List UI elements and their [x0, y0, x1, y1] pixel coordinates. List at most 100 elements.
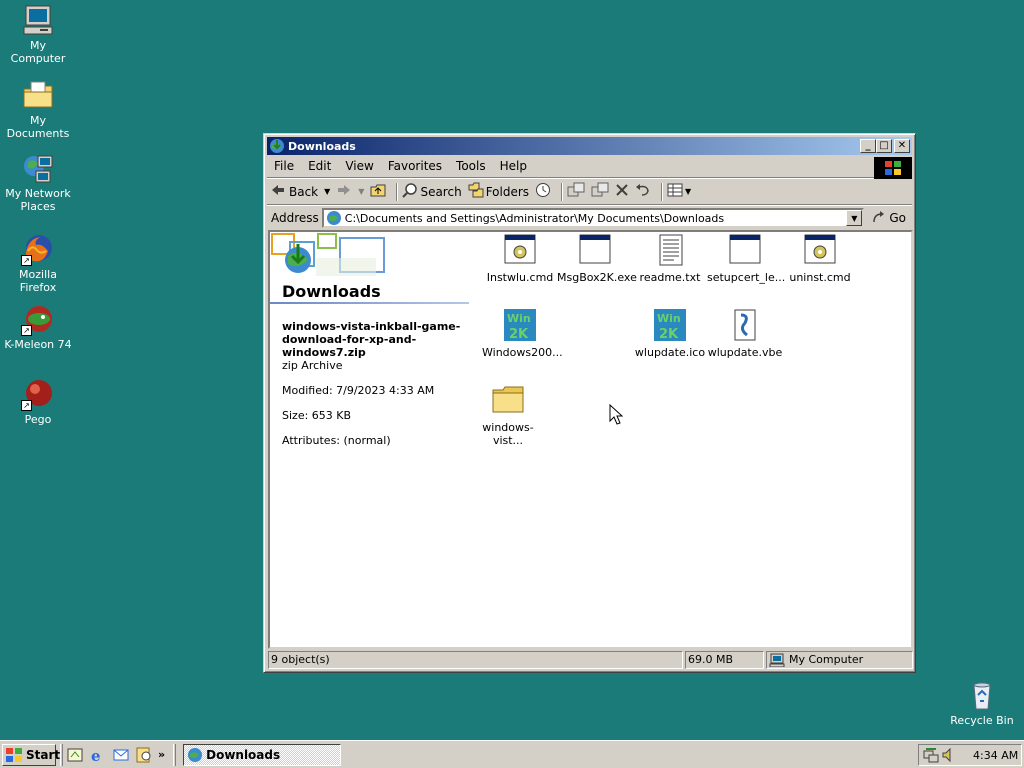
toolbar-separator — [661, 182, 664, 201]
undo-icon — [635, 183, 651, 200]
explorer-window[interactable]: Downloads _ □ ✕ File Edit View Favorites… — [263, 133, 916, 673]
menu-bar: File Edit View Favorites Tools Help — [267, 155, 912, 179]
shortcut-arrow-icon: ↗ — [21, 325, 32, 336]
delete-icon — [615, 183, 629, 200]
explorer-search-icon[interactable] — [135, 746, 153, 764]
my-computer-icon — [769, 653, 785, 667]
file-item[interactable]: setupcert_le... — [707, 234, 785, 284]
recycle-bin-icon — [966, 679, 998, 711]
svg-text:Win: Win — [507, 312, 531, 325]
show-desktop-icon[interactable] — [66, 746, 84, 764]
file-item[interactable]: wlupdate.vbe — [707, 309, 783, 359]
menu-file[interactable]: File — [267, 159, 301, 173]
folders-icon — [468, 182, 484, 201]
minimize-button[interactable]: _ — [860, 139, 876, 153]
downloads-folder-icon — [269, 138, 285, 154]
file-item[interactable]: Win 2K wlupdate.ico — [632, 309, 708, 359]
file-item[interactable]: Win 2K Windows200... — [482, 309, 563, 359]
desktop-icon-my-documents[interactable]: My Documents — [0, 79, 76, 140]
outlook-express-icon[interactable] — [112, 746, 130, 764]
delete-button[interactable] — [615, 183, 629, 200]
file-item[interactable]: readme.txt — [632, 234, 708, 284]
desktop-icon-label: Recycle Bin — [950, 714, 1014, 727]
desktop-icon-k-meleon[interactable]: ↗ K-Meleon 74 — [0, 303, 76, 351]
desktop-icon-pego[interactable]: ↗ Pego — [0, 378, 76, 426]
file-name: Windows200... — [482, 346, 563, 359]
selected-file-modified: Modified: 7/9/2023 4:33 AM — [282, 384, 435, 397]
search-label: Search — [420, 184, 462, 199]
taskbar-grip[interactable] — [173, 743, 177, 766]
title-bar[interactable]: Downloads _ □ ✕ — [267, 137, 912, 155]
back-button[interactable]: Back ▼ — [270, 183, 330, 200]
menu-help[interactable]: Help — [493, 159, 534, 173]
address-path: C:\Documents and Settings\Administrator\… — [344, 211, 725, 225]
dropdown-arrow-icon[interactable]: ▼ — [685, 187, 691, 196]
address-input[interactable]: C:\Documents and Settings\Administrator\… — [321, 208, 865, 228]
file-item[interactable]: MsgBox2K.exe — [557, 234, 637, 284]
maximize-button[interactable]: □ — [876, 139, 892, 153]
go-label: Go — [889, 211, 906, 225]
search-button[interactable]: Search — [402, 182, 462, 201]
status-object-count: 9 object(s) — [268, 651, 683, 669]
up-folder-icon — [370, 183, 386, 200]
start-button[interactable]: Start — [2, 743, 60, 766]
dropdown-arrow-icon[interactable]: ▼ — [324, 187, 330, 196]
status-zone: My Computer — [766, 651, 913, 669]
network-tray-icon[interactable] — [923, 747, 939, 763]
menu-favorites[interactable]: Favorites — [381, 159, 449, 173]
desktop-icon-network-places[interactable]: My Network Places — [0, 152, 76, 213]
desktop-icon-recycle-bin[interactable]: Recycle Bin — [944, 679, 1020, 727]
desktop-icon-label: My Computer — [10, 39, 66, 65]
dropdown-arrow-icon[interactable]: ▼ — [358, 187, 364, 196]
desktop-icon-label: My Network Places — [5, 187, 71, 213]
file-list: Instwlu.cmd MsgBox2K.exe readme.txt setu… — [470, 232, 910, 647]
selected-file-name: windows-vista-inkball-game-download-for-… — [282, 320, 461, 359]
k-meleon-icon: ↗ — [21, 303, 54, 336]
taskbar-button-downloads[interactable]: Downloads — [183, 743, 342, 766]
up-folder-button[interactable] — [370, 183, 386, 200]
go-button[interactable]: Go — [872, 210, 906, 227]
desktop-icon-firefox[interactable]: ↗ Mozilla Firefox — [0, 233, 76, 294]
my-computer-icon — [22, 4, 54, 36]
menu-view[interactable]: View — [338, 159, 380, 173]
file-item[interactable]: Instwlu.cmd — [482, 234, 558, 284]
move-to-button[interactable] — [567, 182, 585, 201]
menu-edit[interactable]: Edit — [301, 159, 338, 173]
internet-explorer-icon[interactable]: e — [89, 746, 107, 765]
file-item[interactable]: uninst.cmd — [782, 234, 858, 284]
address-dropdown-button[interactable]: ▼ — [846, 210, 863, 226]
clock[interactable]: 4:34 AM — [973, 749, 1018, 762]
go-arrow-icon — [872, 210, 886, 227]
status-size: 69.0 MB — [685, 651, 764, 669]
folder-view[interactable]: Downloads windows-vista-inkball-game-dow… — [268, 230, 913, 649]
desktop-icon-label: K-Meleon 74 — [4, 338, 72, 351]
copy-to-button[interactable] — [591, 182, 609, 201]
history-icon — [535, 182, 551, 201]
desktop-icon-label: Mozilla Firefox — [19, 268, 57, 294]
downloads-folder-icon — [326, 210, 342, 226]
desktop-icon-my-computer[interactable]: My Computer — [0, 4, 76, 65]
address-bar: Address C:\Documents and Settings\Admini… — [267, 206, 912, 230]
selected-file-attributes: Attributes: (normal) — [282, 434, 391, 447]
history-button[interactable] — [535, 182, 551, 201]
folders-label: Folders — [485, 184, 530, 199]
views-button[interactable]: ▼ — [667, 183, 691, 200]
status-bar: 9 object(s) 69.0 MB My Computer — [268, 651, 913, 669]
menu-tools[interactable]: Tools — [449, 159, 493, 173]
search-icon — [402, 182, 418, 201]
mouse-cursor-icon — [609, 404, 623, 425]
taskbar-grip[interactable] — [60, 743, 63, 766]
svg-text:Win: Win — [657, 312, 681, 325]
file-item[interactable]: windows-vist... — [470, 384, 546, 447]
window-title: Downloads — [288, 139, 356, 153]
volume-tray-icon[interactable] — [941, 747, 955, 763]
svg-text:2K: 2K — [509, 327, 529, 341]
maximize-icon: □ — [879, 140, 889, 151]
folders-button[interactable]: Folders — [468, 182, 529, 201]
standard-toolbar: Back ▼ ▼ Search Folders ▼ — [267, 179, 912, 204]
downloads-folder-icon — [187, 747, 203, 763]
undo-button[interactable] — [635, 183, 651, 200]
close-button[interactable]: ✕ — [894, 139, 910, 153]
forward-button[interactable]: ▼ — [336, 183, 364, 200]
quick-launch-overflow-icon[interactable]: » — [158, 748, 165, 761]
